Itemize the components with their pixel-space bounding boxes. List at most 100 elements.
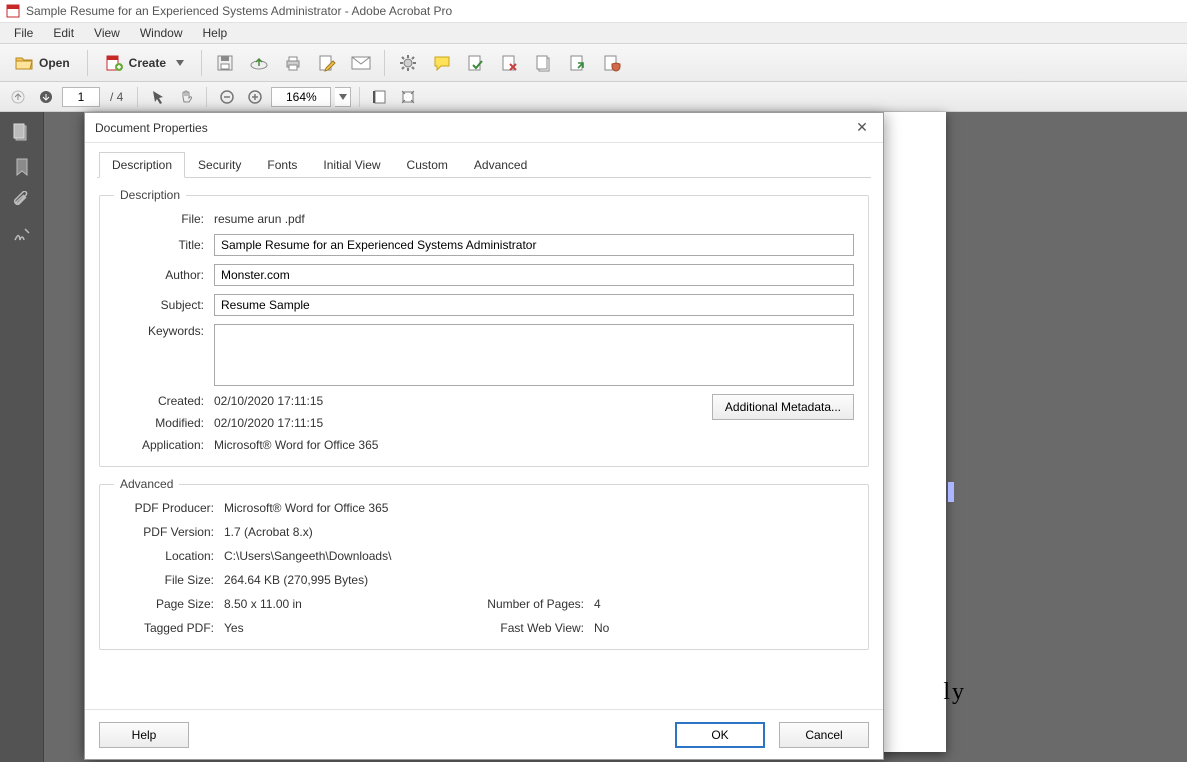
author-label: Author: <box>114 268 204 282</box>
pdf-version-value: 1.7 (Acrobat 8.x) <box>224 525 674 539</box>
app-titlebar: Sample Resume for an Experienced Systems… <box>0 0 1187 22</box>
tab-security[interactable]: Security <box>185 152 254 178</box>
save-button[interactable] <box>210 49 240 77</box>
app-pdf-icon <box>6 4 20 18</box>
menu-window[interactable]: Window <box>130 24 193 42</box>
dialog-close-button[interactable]: ✕ <box>851 117 873 139</box>
open-button-label: Open <box>39 56 70 70</box>
page-shield-icon <box>603 54 621 72</box>
create-button[interactable]: Create <box>96 49 193 77</box>
fit-width-icon <box>372 89 388 105</box>
secure-page-button[interactable] <box>597 49 627 77</box>
signatures-panel-button[interactable] <box>6 220 38 250</box>
bookmarks-panel-button[interactable] <box>6 152 38 182</box>
created-value: 02/10/2020 17:11:15 <box>214 394 323 408</box>
tagged-pdf-value: Yes <box>224 621 464 635</box>
pdf-producer-value: Microsoft® Word for Office 365 <box>224 501 674 515</box>
menu-view[interactable]: View <box>84 24 130 42</box>
tab-description[interactable]: Description <box>99 152 185 178</box>
ok-button[interactable]: OK <box>675 722 765 748</box>
open-button[interactable]: Open <box>6 49 79 77</box>
fit-width-button[interactable] <box>368 86 392 108</box>
copy-page-button[interactable] <box>529 49 559 77</box>
zoom-in-button[interactable] <box>243 86 267 108</box>
subject-label: Subject: <box>114 298 204 312</box>
selection-marker <box>948 482 954 502</box>
tab-advanced[interactable]: Advanced <box>461 152 540 178</box>
paperclip-icon <box>12 191 32 211</box>
page-down-button[interactable] <box>34 86 58 108</box>
delete-page-button[interactable] <box>495 49 525 77</box>
caret-down-icon <box>176 60 184 66</box>
zoom-input[interactable] <box>271 87 331 107</box>
hand-tool-button[interactable] <box>174 86 198 108</box>
caret-down-icon <box>339 94 347 100</box>
create-button-label: Create <box>129 56 166 70</box>
modified-value: 02/10/2020 17:11:15 <box>214 416 323 430</box>
export-page-button[interactable] <box>563 49 593 77</box>
settings-button[interactable] <box>393 49 423 77</box>
app-title-text: Sample Resume for an Experienced Systems… <box>26 4 452 18</box>
menu-edit[interactable]: Edit <box>43 24 84 42</box>
close-icon: ✕ <box>856 119 868 136</box>
edit-button[interactable] <box>312 49 342 77</box>
main-toolbar: Open Create <box>0 44 1187 82</box>
fit-page-icon <box>400 89 416 105</box>
page-up-button[interactable] <box>6 86 30 108</box>
tab-custom[interactable]: Custom <box>394 152 461 178</box>
print-icon <box>284 55 302 71</box>
author-input[interactable] <box>214 264 854 286</box>
dialog-tabs: Description Security Fonts Initial View … <box>97 151 871 178</box>
print-button[interactable] <box>278 49 308 77</box>
attachments-panel-button[interactable] <box>6 186 38 216</box>
page-text-fragment: ly <box>943 679 966 706</box>
title-input[interactable] <box>214 234 854 256</box>
description-group: Description File: resume arun .pdf Title… <box>99 188 869 467</box>
thumbnails-panel-button[interactable] <box>6 118 38 148</box>
page-size-label: Page Size: <box>114 597 224 611</box>
dialog-titlebar: Document Properties ✕ <box>85 113 883 143</box>
tab-initial-view[interactable]: Initial View <box>310 152 393 178</box>
create-pdf-icon <box>105 55 123 71</box>
signature-icon <box>12 225 32 245</box>
created-label: Created: <box>114 394 204 408</box>
envelope-icon <box>351 56 371 70</box>
pdf-version-label: PDF Version: <box>114 525 224 539</box>
email-button[interactable] <box>346 49 376 77</box>
modified-label: Modified: <box>114 416 204 430</box>
tagged-pdf-label: Tagged PDF: <box>114 621 224 635</box>
file-value: resume arun .pdf <box>214 212 305 226</box>
pages-icon <box>12 123 32 143</box>
arrow-down-icon <box>39 90 53 104</box>
page-size-value: 8.50 x 11.00 in <box>224 597 464 611</box>
select-tool-button[interactable] <box>146 86 170 108</box>
menu-help[interactable]: Help <box>193 24 238 42</box>
subject-input[interactable] <box>214 294 854 316</box>
comment-button[interactable] <box>427 49 457 77</box>
nav-toolbar: / 4 <box>0 82 1187 112</box>
edit-page-icon <box>318 54 336 72</box>
save-icon <box>216 54 234 72</box>
page-number-input[interactable] <box>62 87 100 107</box>
zoom-out-button[interactable] <box>215 86 239 108</box>
hand-icon <box>178 89 194 105</box>
num-pages-label: Number of Pages: <box>464 597 594 611</box>
keywords-input[interactable] <box>214 324 854 386</box>
cancel-button[interactable]: Cancel <box>779 722 869 748</box>
pdf-producer-label: PDF Producer: <box>114 501 224 515</box>
stamp-approve-button[interactable] <box>461 49 491 77</box>
menu-file[interactable]: File <box>4 24 43 42</box>
upload-cloud-button[interactable] <box>244 49 274 77</box>
arrow-up-icon <box>11 90 25 104</box>
page-x-icon <box>501 54 519 72</box>
application-label: Application: <box>114 438 204 452</box>
speech-bubble-icon <box>433 55 451 71</box>
keywords-label: Keywords: <box>114 324 204 338</box>
fit-page-button[interactable] <box>396 86 420 108</box>
zoom-dropdown-button[interactable] <box>335 87 351 107</box>
file-label: File: <box>114 212 204 226</box>
page-copy-icon <box>535 54 553 72</box>
help-button[interactable]: Help <box>99 722 189 748</box>
tab-fonts[interactable]: Fonts <box>254 152 310 178</box>
minus-circle-icon <box>219 89 235 105</box>
